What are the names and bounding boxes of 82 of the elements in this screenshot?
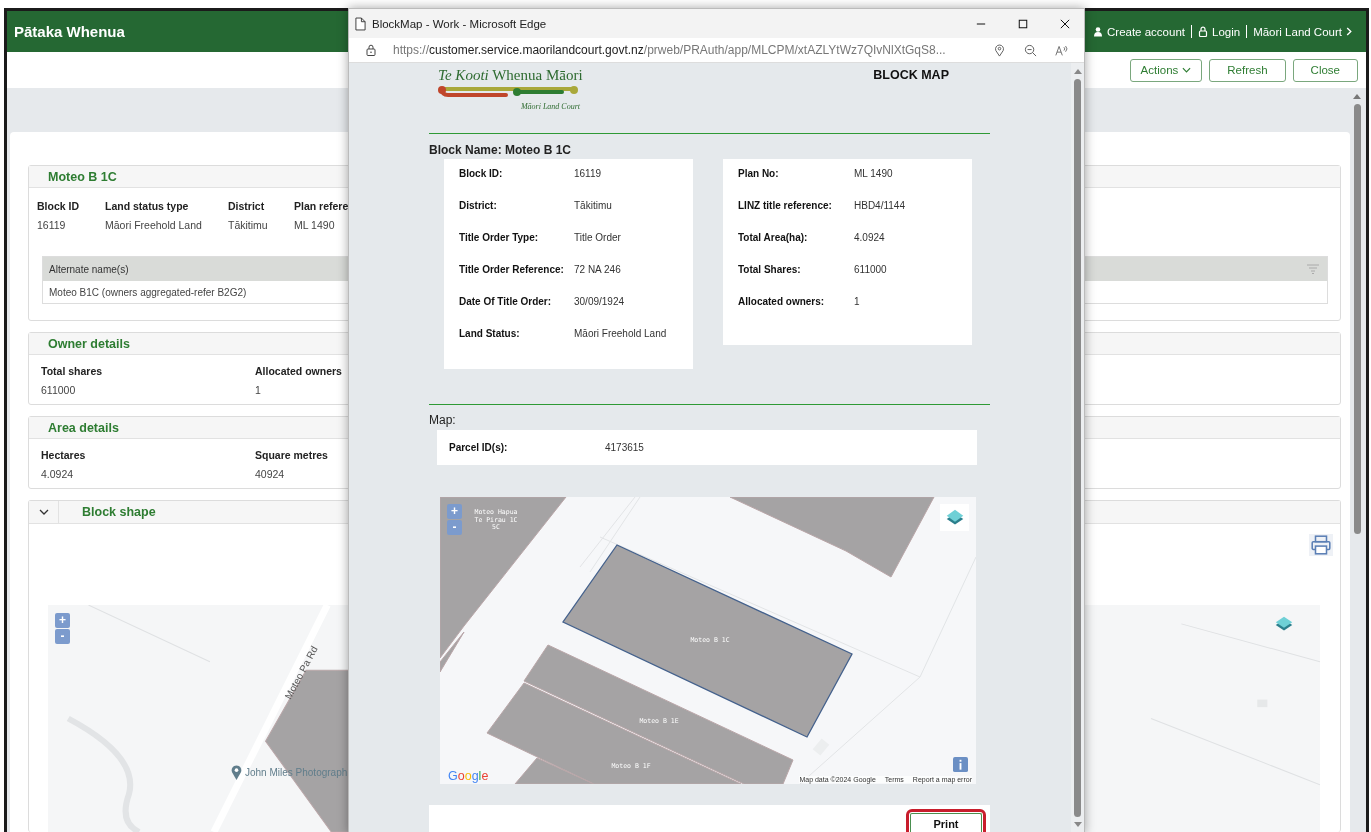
scrollbar[interactable] — [1071, 63, 1084, 832]
lock-icon — [1198, 26, 1208, 37]
field-label: Block ID — [37, 200, 80, 212]
field-value: HBD4/1144 — [854, 200, 905, 211]
field-value: 16119 — [37, 219, 67, 231]
field-label: District — [228, 200, 266, 212]
scroll-up-icon[interactable] — [1353, 94, 1361, 99]
field-value: 4.0924 — [41, 468, 75, 480]
field-label: Total Area(ha): — [738, 232, 809, 243]
toolbar-button[interactable]: Close — [1292, 58, 1358, 82]
logo-title: Te Kooti Whenua Māori — [438, 67, 582, 84]
parcel-shape[interactable] — [486, 682, 742, 784]
user-icon — [1093, 26, 1103, 37]
section-heading: Map: — [429, 413, 457, 427]
field-label: Date Of Title Order: — [459, 296, 553, 307]
read-aloud-icon[interactable] — [1055, 43, 1068, 57]
field-label: Total shares — [41, 365, 104, 377]
field-label: Allocated owners — [255, 365, 343, 377]
block-name: Block Name: Moteo B 1C — [429, 143, 573, 157]
section-title: Area details — [48, 420, 119, 435]
field-value: Māori Freehold Land — [574, 328, 667, 339]
field-value: Title Order — [574, 232, 621, 243]
table-cell: Moteo B1C (owners aggregated-refer B2G2) — [49, 286, 247, 298]
logo-subtitle: Māori Land Court — [520, 102, 580, 111]
info-icon[interactable] — [953, 757, 968, 772]
page-heading: BLOCK MAP — [873, 68, 949, 84]
scroll-up-icon[interactable] — [1073, 69, 1082, 74]
field-value: 30/09/1924 — [574, 296, 625, 307]
field-label: Land status type — [105, 200, 190, 212]
field-label: Total Shares: — [738, 264, 802, 275]
field-value: Māori Freehold Land — [105, 219, 203, 231]
maximize-icon[interactable] — [1018, 18, 1028, 29]
field-label: Title Order Type: — [459, 232, 540, 243]
field-value: 611000 — [41, 384, 77, 396]
field-label: LINZ title reference: — [738, 200, 833, 211]
section-title: Moteo B 1C — [48, 169, 117, 184]
field-value: 4.0924 — [854, 232, 885, 243]
field-value: 40924 — [255, 468, 286, 480]
field-label: Title Order Reference: — [459, 264, 565, 275]
field-value: Tākitimu — [228, 219, 269, 231]
field-value: 1 — [854, 296, 860, 307]
nav-link[interactable]: Login — [1198, 25, 1241, 38]
field-label: Allocated owners: — [738, 296, 826, 307]
location-pin-icon[interactable] — [993, 43, 1006, 57]
field-value: Tākitimu — [574, 200, 612, 211]
nav-link[interactable]: Māori Land Court — [1253, 25, 1352, 38]
field-value: ML 1490 — [854, 168, 893, 179]
field-value: 1 — [255, 384, 262, 396]
map-logo: Google — [448, 769, 489, 783]
field-label: Block ID: — [459, 168, 504, 179]
field-value: 72 NA 246 — [574, 264, 621, 275]
app-title: Pātaka Whenua — [14, 23, 125, 40]
map-pin-icon — [231, 765, 242, 780]
address-bar-url[interactable]: https://customer.service.maorilandcourt.govt.nz/prweb/PRAuth/app/MLCPM/xtAZLYtWz7QIvNlXtGqS8... — [393, 43, 993, 57]
field-value: ML 1490 — [294, 219, 336, 231]
field-value: 4173615 — [605, 442, 644, 453]
field-value: 16119 — [574, 168, 602, 179]
toolbar-button[interactable]: Refresh — [1209, 58, 1286, 82]
zoom-out-icon[interactable] — [1024, 43, 1037, 57]
field-label: Square metres — [255, 449, 329, 461]
field-label: Plan No: — [738, 168, 780, 179]
field-label: District: — [459, 200, 498, 211]
field-label: Parcel ID(s): — [449, 442, 509, 453]
scroll-down-icon[interactable] — [1073, 822, 1082, 827]
window-title: BlockMap - Work - Microsoft Edge — [372, 17, 548, 30]
section-title: Block shape — [82, 505, 156, 519]
nav-link[interactable]: Create account — [1093, 25, 1185, 38]
field-label: Hectares — [41, 449, 87, 461]
column-header: Alternate name(s) — [49, 263, 129, 275]
field-label: Land Status: — [459, 328, 521, 339]
actions-menu-button[interactable]: Actions — [1129, 58, 1203, 82]
caret-icon — [1182, 67, 1192, 73]
field-label: Plan refere — [294, 200, 349, 212]
field-value: 611000 — [854, 264, 887, 275]
lock-icon[interactable] — [366, 44, 376, 56]
chevron-right-icon — [1346, 27, 1352, 36]
layers-button[interactable] — [940, 504, 969, 531]
close-icon[interactable] — [1060, 18, 1070, 29]
section-title: Owner details — [48, 336, 130, 351]
print-icon[interactable] — [1309, 534, 1333, 556]
page-icon — [355, 16, 366, 31]
chevron-icon — [38, 509, 49, 515]
